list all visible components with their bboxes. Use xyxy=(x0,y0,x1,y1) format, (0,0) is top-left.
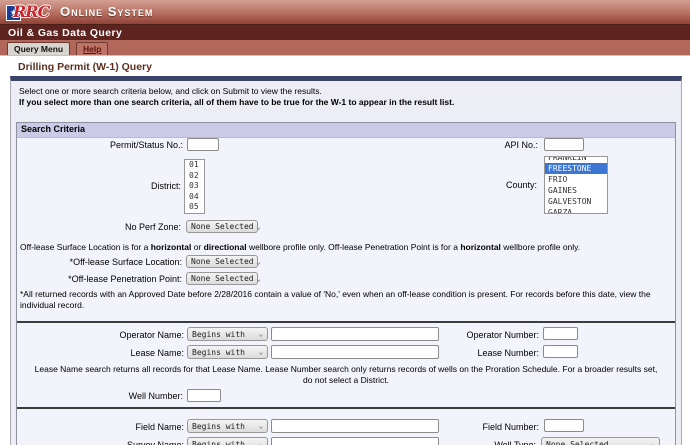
survey-name-label: Survey Name: xyxy=(17,439,184,445)
offlease-penetration-value: None Selected xyxy=(191,274,254,283)
instructions-line1: Select one or more search criteria below… xyxy=(19,86,322,97)
section-divider xyxy=(17,321,675,323)
chevron-down-icon: ⌄ xyxy=(259,422,263,430)
well-type-value: None Selected xyxy=(546,440,609,445)
district-listbox[interactable]: 01 02 03 04 05 xyxy=(184,159,205,214)
offlease-surface-label: *Off-lease Surface Location: xyxy=(17,256,182,268)
offlease-penetration-select[interactable]: None Selected ⌄ xyxy=(186,272,258,285)
lease-search-note: Lease Name search returns all records fo… xyxy=(29,364,663,386)
rrc-logo: ★ RRC xyxy=(6,2,54,22)
survey-name-match-select[interactable]: Begins with ⌄ xyxy=(187,437,268,445)
app-bar: Oil & Gas Data Query xyxy=(0,25,690,40)
county-option[interactable]: FRIO xyxy=(545,174,607,185)
tab-bar: Query Menu Help xyxy=(0,40,690,56)
rrc-logo-text: RRC xyxy=(13,2,49,22)
operator-name-match-value: Begins with xyxy=(192,330,245,339)
well-type-label: Well Type: xyxy=(367,439,536,445)
search-criteria-box: Search Criteria Permit/Status No.: API N… xyxy=(16,122,676,445)
district-option[interactable]: 05 xyxy=(185,202,204,213)
app-bar-title: Oil & Gas Data Query xyxy=(8,26,122,40)
tab-query-menu[interactable]: Query Menu xyxy=(7,42,70,55)
system-title: Online System xyxy=(60,4,153,19)
page-title: Drilling Permit (W-1) Query xyxy=(18,61,152,73)
no-perf-zone-value: None Selected xyxy=(191,222,254,231)
instructions-line2: If you select more than one search crite… xyxy=(19,97,454,108)
search-criteria-header: Search Criteria xyxy=(17,123,675,138)
lease-number-input[interactable] xyxy=(543,345,578,358)
operator-name-label: Operator Name: xyxy=(17,329,184,341)
district-label: District: xyxy=(17,180,181,192)
field-name-match-select[interactable]: Begins with ⌄ xyxy=(187,419,268,433)
survey-name-match-value: Begins with xyxy=(192,440,245,445)
operator-number-input[interactable] xyxy=(543,327,578,340)
field-number-input[interactable] xyxy=(544,419,584,432)
offlease-penetration-label: *Off-lease Penetration Point: xyxy=(17,273,182,285)
field-name-match-value: Begins with xyxy=(192,422,245,431)
field-number-label: Field Number: xyxy=(367,421,539,433)
county-label: County: xyxy=(397,179,537,191)
district-option[interactable]: 02 xyxy=(185,171,204,182)
well-number-input[interactable] xyxy=(187,389,221,402)
chevron-down-icon: ⌄ xyxy=(257,275,261,283)
rrc-online-system-page: ★ RRC Online System Oil & Gas Data Query… xyxy=(0,0,690,445)
county-option[interactable]: GALVESTON xyxy=(545,196,607,207)
operator-name-match-select[interactable]: Begins with ⌄ xyxy=(187,327,268,341)
offlease-surface-select[interactable]: None Selected ⌄ xyxy=(186,255,258,268)
api-number-input[interactable] xyxy=(544,138,584,151)
county-option[interactable]: FRANKLIN xyxy=(545,156,607,163)
district-option[interactable]: 03 xyxy=(185,181,204,192)
top-banner: ★ RRC Online System xyxy=(0,0,690,25)
approved-date-note: *All returned records with an Approved D… xyxy=(20,289,670,311)
county-option-selected[interactable]: FREESTONE xyxy=(545,163,607,174)
chevron-down-icon: ⌄ xyxy=(651,440,655,445)
query-panel: Select one or more search criteria below… xyxy=(10,76,682,445)
chevron-down-icon: ⌄ xyxy=(257,223,261,231)
no-perf-zone-select[interactable]: None Selected ⌄ xyxy=(186,220,258,233)
district-option[interactable]: 04 xyxy=(185,192,204,203)
chevron-down-icon: ⌄ xyxy=(257,258,261,266)
lease-name-match-value: Begins with xyxy=(192,348,245,357)
operator-number-label: Operator Number: xyxy=(367,329,539,341)
lease-name-match-select[interactable]: Begins with ⌄ xyxy=(187,345,268,359)
county-option[interactable]: GARZA xyxy=(545,207,607,214)
chevron-down-icon: ⌄ xyxy=(259,348,263,356)
tab-help[interactable]: Help xyxy=(76,42,108,55)
permit-status-input[interactable] xyxy=(187,138,219,151)
district-option[interactable]: 01 xyxy=(185,160,204,171)
field-name-label: Field Name: xyxy=(17,421,184,433)
section-divider xyxy=(17,407,675,409)
county-option[interactable]: GAINES xyxy=(545,185,607,196)
county-listbox[interactable]: FRANKLIN FREESTONE FRIO GAINES GALVESTON… xyxy=(544,156,608,214)
chevron-down-icon: ⌄ xyxy=(259,440,263,445)
well-number-label: Well Number: xyxy=(17,390,183,402)
lease-name-label: Lease Name: xyxy=(17,347,184,359)
api-number-label: API No.: xyxy=(397,139,538,151)
offlease-surface-value: None Selected xyxy=(191,257,254,266)
permit-status-label: Permit/Status No.: xyxy=(17,139,183,151)
chevron-down-icon: ⌄ xyxy=(259,330,263,338)
well-type-select[interactable]: None Selected ⌄ xyxy=(541,437,660,445)
no-perf-zone-label: No Perf Zone: xyxy=(17,221,181,233)
lease-number-label: Lease Number: xyxy=(367,347,539,359)
offlease-note: Off-lease Surface Location is for a hori… xyxy=(20,242,580,253)
